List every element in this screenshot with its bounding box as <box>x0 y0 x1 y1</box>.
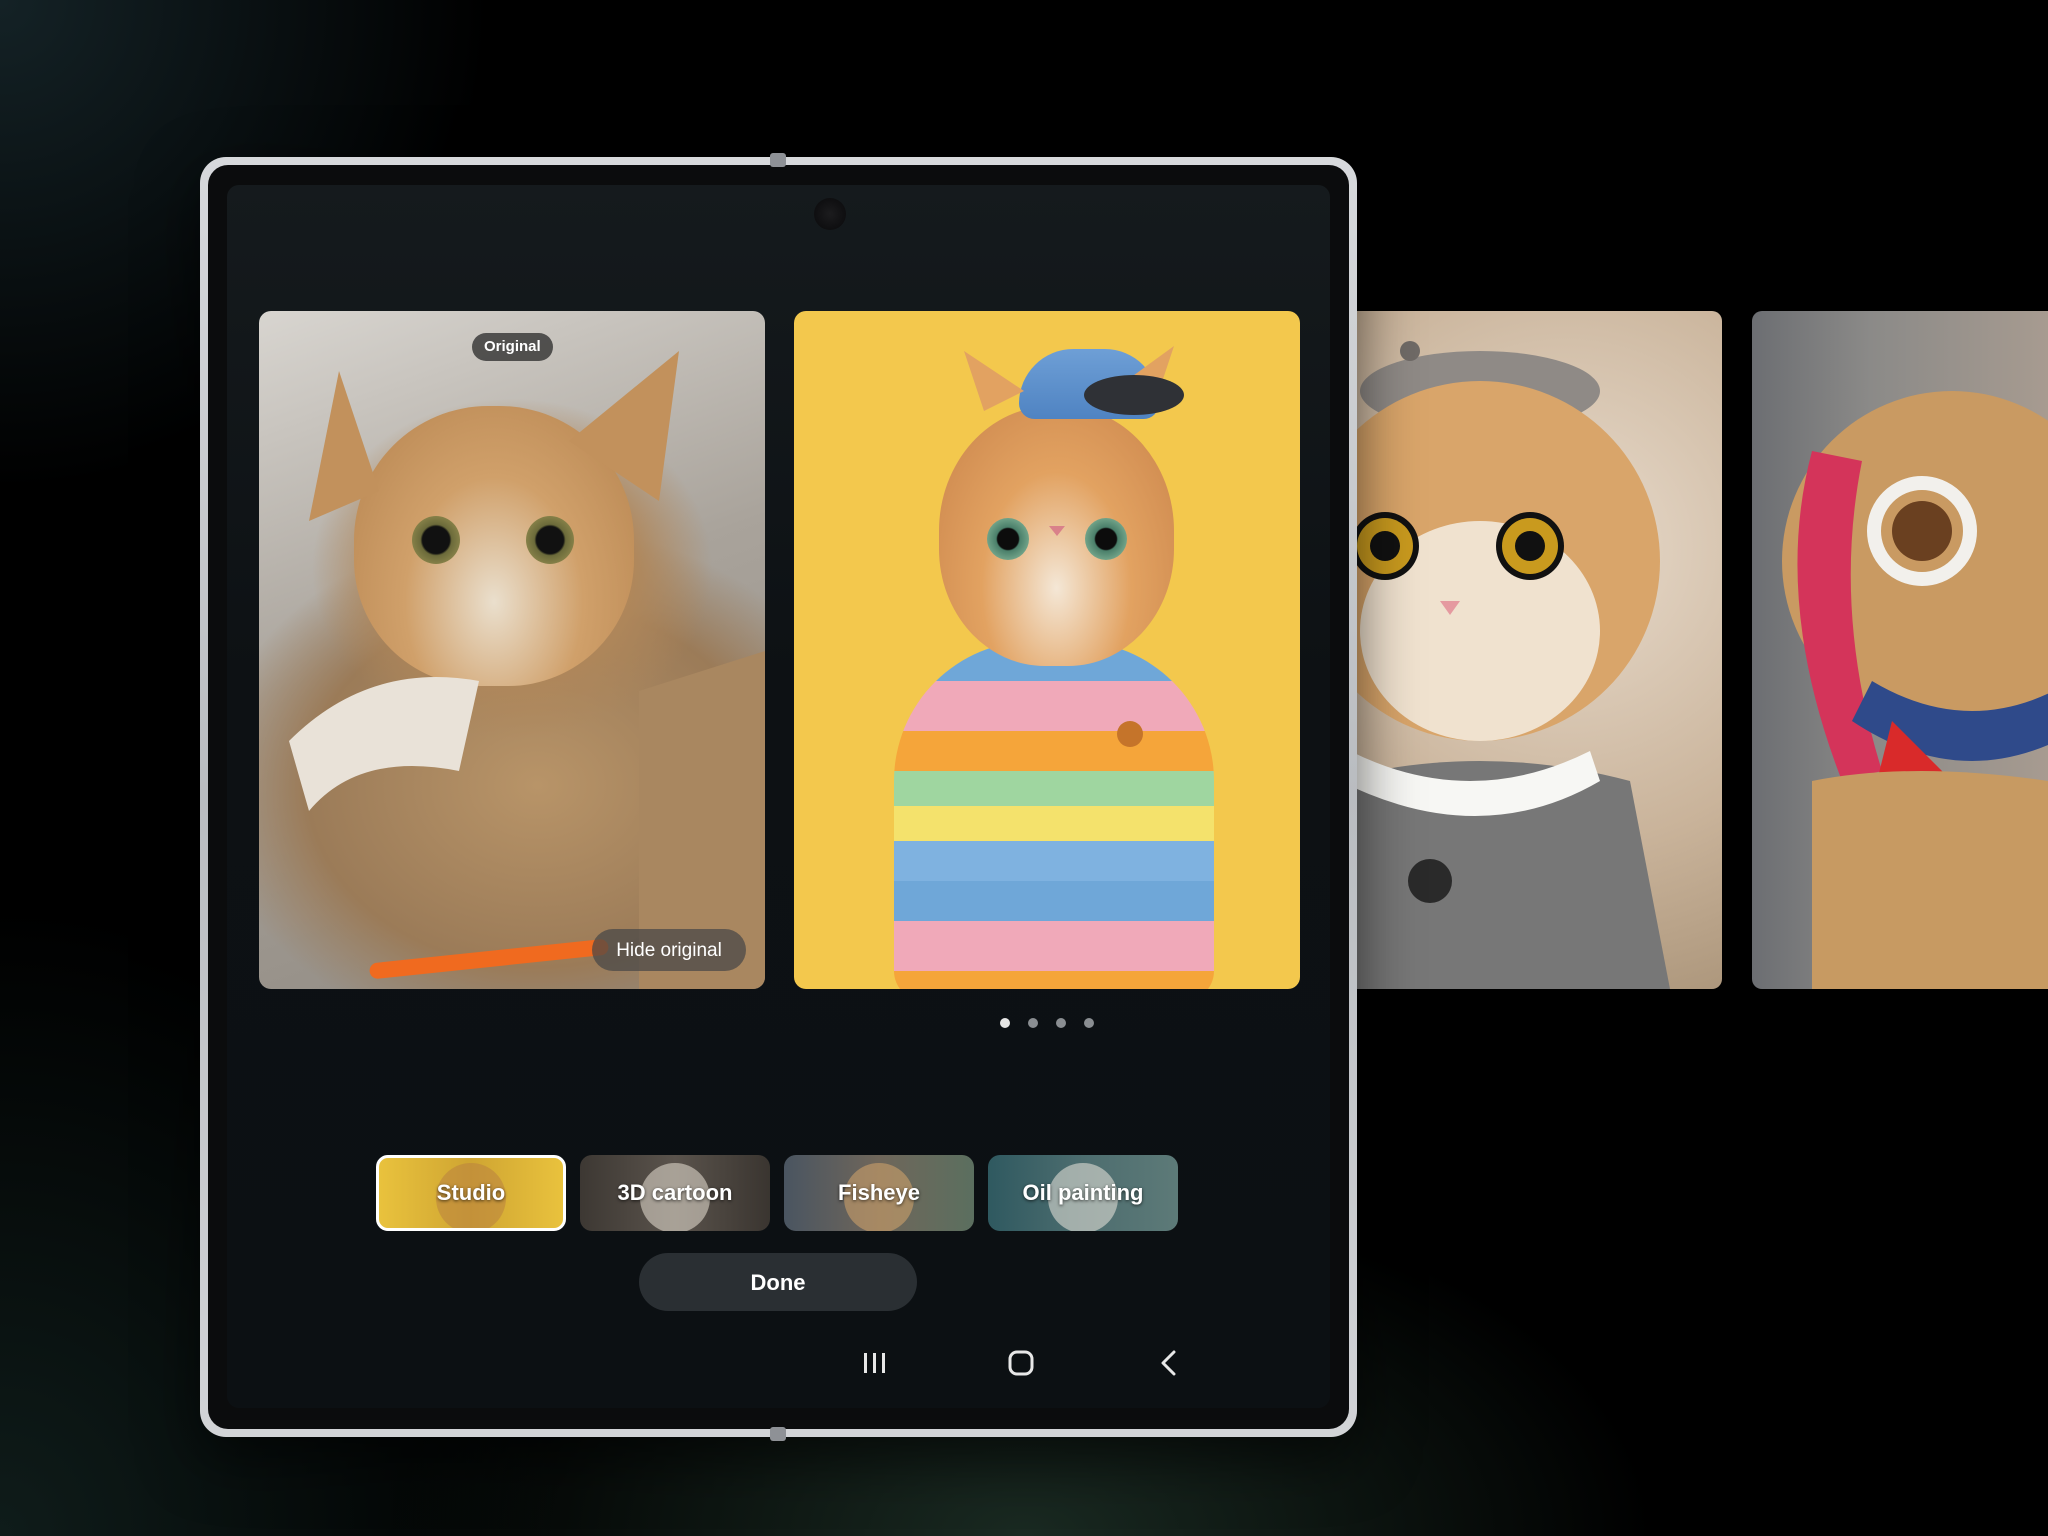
portrait-card-beret[interactable] <box>1330 311 1722 989</box>
back-button[interactable] <box>1156 1350 1182 1381</box>
style-chip-studio[interactable]: Studio <box>376 1155 566 1231</box>
cat-beret-illustration <box>1330 341 1670 989</box>
style-chip-fisheye[interactable]: Fisheye <box>784 1155 974 1231</box>
hinge-top <box>770 153 786 167</box>
original-photo-card[interactable] <box>259 311 765 989</box>
studio-portrait-card[interactable] <box>794 311 1300 989</box>
style-chip-oil-painting[interactable]: Oil painting <box>988 1155 1178 1231</box>
recents-icon <box>864 1353 885 1373</box>
style-chip-label: Oil painting <box>1022 1180 1144 1205</box>
home-icon <box>1008 1350 1034 1376</box>
back-icon <box>1161 1350 1176 1376</box>
cat-glasses-illustration <box>1782 391 2048 989</box>
front-camera <box>814 198 846 230</box>
page-indicator <box>1000 1018 1094 1028</box>
original-photo-details <box>289 351 765 989</box>
style-chip-label: Studio <box>436 1180 506 1205</box>
hide-original-button[interactable]: Hide original <box>592 929 746 971</box>
style-chip-label: Fisheye <box>838 1180 920 1205</box>
original-badge: Original <box>472 333 553 361</box>
page-dot-4[interactable] <box>1084 1018 1094 1028</box>
page-dot-3[interactable] <box>1056 1018 1066 1028</box>
page-dot-2[interactable] <box>1028 1018 1038 1028</box>
portrait-card-glasses[interactable] <box>1752 311 2048 989</box>
home-button[interactable] <box>1008 1350 1034 1381</box>
recents-button[interactable] <box>862 1350 888 1381</box>
studio-card-details <box>964 346 1184 747</box>
page-dot-1[interactable] <box>1000 1018 1010 1028</box>
style-chip-3d-cartoon[interactable]: 3D cartoon <box>580 1155 770 1231</box>
done-button[interactable]: Done <box>639 1253 917 1311</box>
style-chip-label: 3D cartoon <box>617 1180 733 1205</box>
hinge-bottom <box>770 1427 786 1441</box>
style-chip-list: Studio 3D cartoon Fisheye Oil painting <box>376 1155 1178 1231</box>
